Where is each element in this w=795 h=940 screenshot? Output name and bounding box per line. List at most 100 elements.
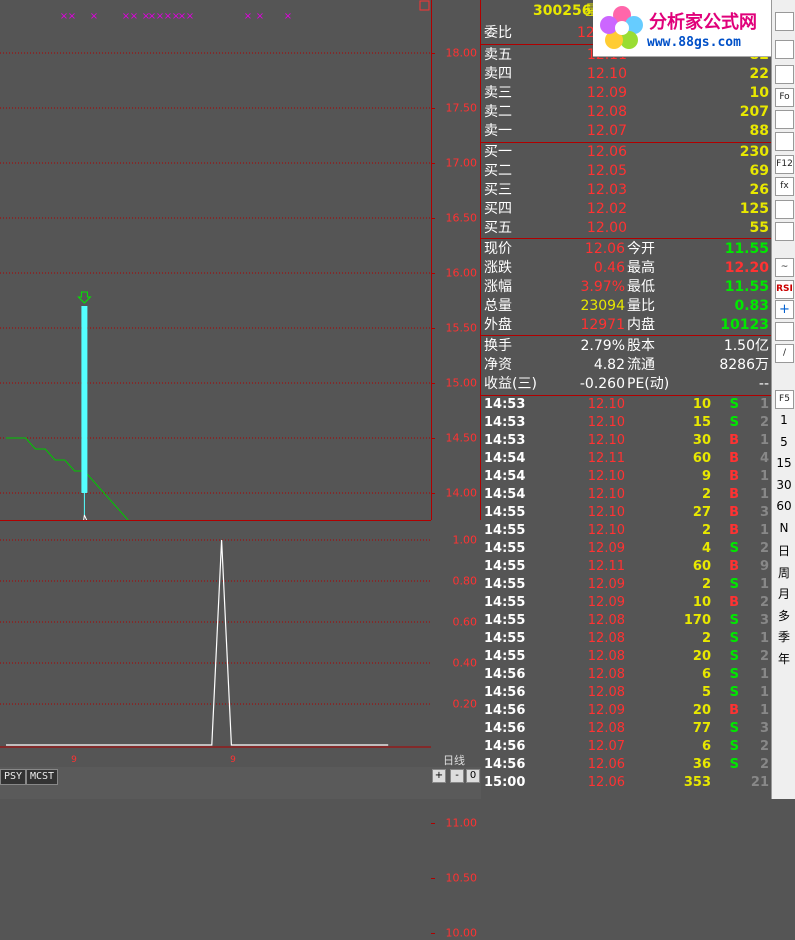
bid-row[interactable]: 买四 12.02 125 [481, 200, 771, 218]
fund-row: 换手 2.79% 股本 1.50亿 [481, 337, 771, 355]
indicator-tick-label: 0.40 [452, 656, 478, 670]
period-button[interactable]: 15 [772, 456, 795, 470]
period-button[interactable]: 60 [772, 499, 795, 513]
stat-label: 总量 [484, 298, 512, 314]
tick-row: 14:56 12.09 20 B 1 [481, 702, 771, 720]
toolbar-icon[interactable] [775, 322, 794, 341]
ask-row-label: 卖五 [484, 47, 512, 63]
toolbar-icon[interactable] [775, 132, 794, 151]
toolbar-icon[interactable] [775, 40, 794, 59]
tick-count: 2 [759, 739, 769, 754]
indicator-tab-bar: PSY MCST + - 0 [0, 767, 481, 799]
price-tick-label: 11.00 [445, 816, 478, 830]
period-button[interactable]: 30 [772, 478, 795, 492]
tick-count: 1 [759, 523, 769, 538]
tick-side: S [729, 397, 739, 412]
toolbar-icon[interactable]: ~ [775, 258, 794, 277]
stat-label: 现价 [484, 241, 512, 257]
indicator-panel[interactable]: 99 [0, 520, 431, 767]
tick-time: 14:56 [484, 685, 526, 700]
stat-row: 涨幅 3.97% 最低 11.55 [481, 278, 771, 296]
period-button[interactable]: 季 [772, 628, 795, 645]
tick-volume: 170 [683, 613, 711, 628]
indicator-tick-label: 0.80 [452, 574, 478, 588]
fund-label: 股本 [627, 338, 655, 354]
f5-button[interactable]: F5 [775, 390, 794, 409]
ask-row[interactable]: 卖二 12.08 207 [481, 103, 771, 121]
stat-row: 总量 23094 量比 0.83 [481, 297, 771, 315]
tab-mcst[interactable]: MCST [26, 769, 59, 785]
tick-price: 12.10 [587, 415, 625, 430]
period-button[interactable]: 1 [772, 413, 795, 427]
toolbar-icon[interactable]: / [775, 344, 794, 363]
bid-row-volume: 125 [739, 201, 769, 217]
toolbar-icon[interactable]: RSI [775, 280, 794, 299]
bid-row-volume: 69 [749, 163, 769, 179]
indicator-axis: 1.00 0.80 0.60 0.40 0.20 [431, 520, 481, 767]
period-button[interactable]: 月 [772, 585, 795, 602]
stat-row: 外盘 12971 内盘 10123 [481, 316, 771, 334]
ask-row[interactable]: 卖四 12.10 22 [481, 65, 771, 83]
bid-row[interactable]: 买三 12.03 26 [481, 181, 771, 199]
tick-side: S [729, 667, 739, 682]
tick-count: 4 [759, 451, 769, 466]
tick-side: B [729, 559, 739, 574]
tick-volume: 10 [692, 595, 711, 610]
tick-time: 14:55 [484, 595, 526, 610]
toolbar-icon[interactable] [775, 110, 794, 129]
toolbar-icon[interactable]: F12 [775, 155, 794, 174]
ask-row[interactable]: 卖一 12.07 88 [481, 122, 771, 140]
stat-value: 10123 [720, 317, 769, 333]
tick-row: 14:55 12.10 2 B 1 [481, 522, 771, 540]
tick-price: 12.09 [587, 577, 625, 592]
tick-volume: 4 [701, 541, 711, 556]
period-button[interactable]: 周 [772, 564, 795, 581]
tick-price: 12.08 [587, 613, 625, 628]
price-tick-label: 15.50 [445, 321, 478, 335]
ask-row[interactable]: 卖三 12.09 10 [481, 84, 771, 102]
toolbar-icon[interactable] [775, 65, 794, 84]
price-tick-label: 16.00 [445, 266, 478, 280]
tick-count: 1 [759, 577, 769, 592]
tick-row: 14:54 12.11 60 B 4 [481, 450, 771, 468]
tick-volume: 27 [692, 505, 711, 520]
zoom-out-button[interactable]: - [450, 769, 464, 783]
tick-time: 14:55 [484, 523, 526, 538]
bid-row-price: 12.05 [586, 163, 627, 179]
tick-volume: 6 [701, 667, 711, 682]
toolbar-icon[interactable]: fx [775, 177, 794, 196]
tick-side: B [729, 703, 739, 718]
bid-row[interactable]: 买一 12.06 230 [481, 143, 771, 161]
period-label[interactable]: 日线 [443, 752, 465, 768]
period-button[interactable]: 日 [772, 542, 795, 559]
kline-chart[interactable]: 10.80××××××××××××××× [0, 0, 431, 934]
toolbar-icon[interactable]: + [775, 300, 794, 319]
tick-time: 14:53 [484, 397, 526, 412]
tick-side: B [729, 523, 739, 538]
tick-count: 2 [759, 415, 769, 430]
tick-row: 14:55 12.08 2 S 1 [481, 630, 771, 648]
tick-price: 12.10 [587, 505, 625, 520]
toolbar-icon[interactable] [775, 200, 794, 219]
tick-volume: 30 [692, 433, 711, 448]
stat-value: 3.97% [580, 279, 625, 295]
period-button[interactable]: 5 [772, 435, 795, 449]
toolbar-icon[interactable]: Fo [775, 88, 794, 107]
zoom-in-button[interactable]: + [432, 769, 446, 783]
toolbar-icon[interactable] [775, 12, 794, 31]
bid-row-price: 12.02 [586, 201, 627, 217]
tick-row: 14:55 12.08 170 S 3 [481, 612, 771, 630]
tick-price: 12.06 [587, 757, 625, 772]
bid-row[interactable]: 买五 12.00 55 [481, 219, 771, 237]
flower-logo-icon [600, 6, 643, 49]
tab-psy[interactable]: PSY [0, 769, 27, 785]
period-button[interactable]: N [772, 521, 795, 535]
tick-volume: 60 [692, 559, 711, 574]
tick-row: 14:55 12.09 4 S 2 [481, 540, 771, 558]
toolbar-icon[interactable] [775, 222, 794, 241]
tick-volume: 2 [701, 523, 711, 538]
period-button[interactable]: 年 [772, 650, 795, 667]
bid-row[interactable]: 买二 12.05 69 [481, 162, 771, 180]
reset-button[interactable]: 0 [466, 769, 480, 783]
period-button[interactable]: 多 [772, 607, 795, 624]
